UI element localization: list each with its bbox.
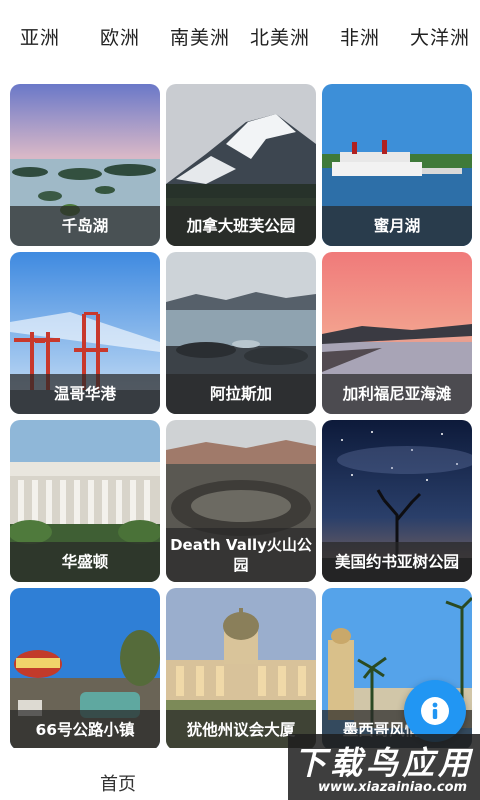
watermark-url: www.xiazainiao.com bbox=[318, 780, 468, 795]
card-title: 华盛顿 bbox=[10, 542, 160, 582]
destination-card[interactable]: 阿拉斯加 bbox=[166, 252, 316, 414]
card-title: 温哥华港 bbox=[10, 374, 160, 414]
destination-card[interactable]: 加利福尼亚海滩 bbox=[322, 252, 472, 414]
card-title: 阿拉斯加 bbox=[166, 374, 316, 414]
tab-oceania[interactable]: 大洋洲 bbox=[400, 23, 480, 50]
tab-europe[interactable]: 欧洲 bbox=[80, 23, 160, 50]
info-icon bbox=[421, 697, 449, 725]
info-button[interactable] bbox=[404, 680, 466, 742]
card-title: 66号公路小镇 bbox=[10, 710, 160, 750]
destination-card[interactable]: 66号公路小镇 bbox=[10, 588, 160, 750]
destination-card[interactable]: 美国约书亚树公园 bbox=[322, 420, 472, 582]
nav-home-label[interactable]: 首页 bbox=[100, 770, 136, 796]
destination-card[interactable]: 千岛湖 bbox=[10, 84, 160, 246]
card-title: 千岛湖 bbox=[10, 206, 160, 246]
destination-card[interactable]: 蜜月湖 bbox=[322, 84, 472, 246]
tab-africa[interactable]: 非洲 bbox=[320, 23, 400, 50]
destination-card[interactable]: 温哥华港 bbox=[10, 252, 160, 414]
destination-card[interactable]: Death Vally火山公园 bbox=[166, 420, 316, 582]
continent-tabs: 亚洲 欧洲 南美洲 北美洲 非洲 大洋洲 bbox=[0, 0, 480, 72]
destination-card[interactable]: 华盛顿 bbox=[10, 420, 160, 582]
destination-grid: 千岛湖 加拿大班芙公园 蜜月湖 温哥华港 阿拉斯加 加利福尼亚海滩 华盛顿 De… bbox=[10, 84, 472, 750]
watermark-text: 下载鸟应用 bbox=[294, 744, 475, 782]
tab-south-america[interactable]: 南美洲 bbox=[160, 23, 240, 50]
tab-north-america[interactable]: 北美洲 bbox=[240, 23, 320, 50]
card-title: 美国约书亚树公园 bbox=[322, 542, 472, 582]
destination-card[interactable]: 犹他州议会大厦 bbox=[166, 588, 316, 750]
card-title: 加拿大班芙公园 bbox=[166, 206, 316, 246]
destination-card[interactable]: 加拿大班芙公园 bbox=[166, 84, 316, 246]
tab-asia[interactable]: 亚洲 bbox=[0, 23, 80, 50]
card-title: 加利福尼亚海滩 bbox=[322, 374, 472, 414]
card-title: Death Vally火山公园 bbox=[166, 528, 316, 582]
card-title: 蜜月湖 bbox=[322, 206, 472, 246]
watermark-logo: 下载鸟应用 www.xiazainiao.com bbox=[288, 734, 480, 800]
